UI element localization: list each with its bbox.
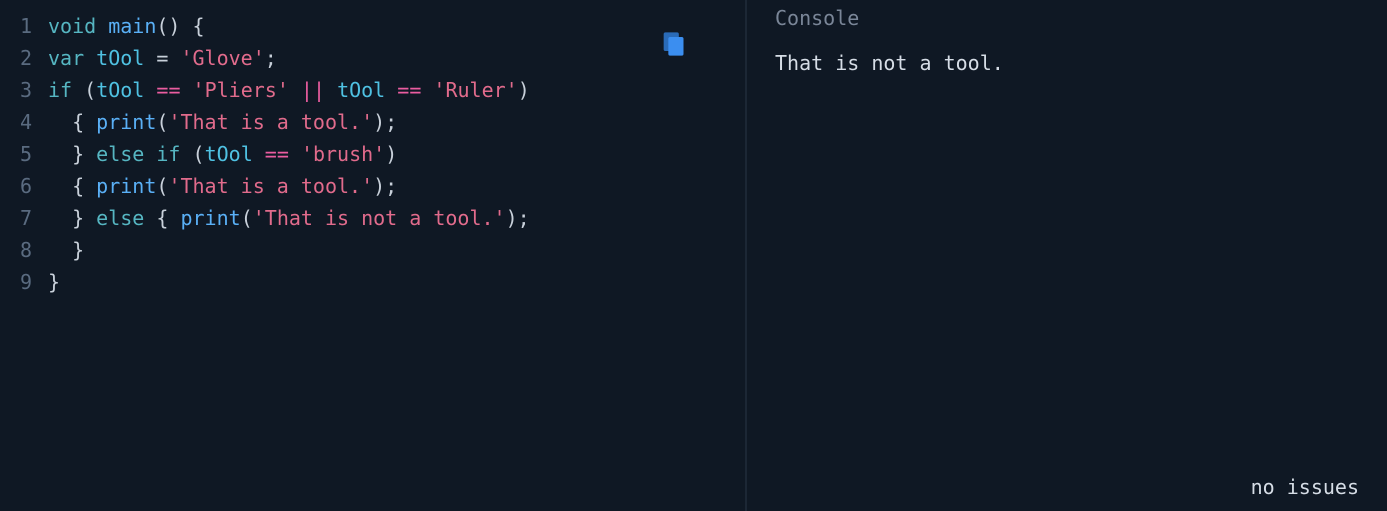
issues-status: no issues bbox=[1251, 475, 1359, 499]
copy-button[interactable] bbox=[659, 30, 687, 58]
code-area[interactable]: void main() {var tOol = 'Glove';if (tOol… bbox=[48, 10, 530, 298]
code-line[interactable]: { print('That is a tool.'); bbox=[48, 106, 530, 138]
line-number-gutter: 123456789 bbox=[0, 10, 42, 298]
code-line[interactable]: { print('That is a tool.'); bbox=[48, 170, 530, 202]
code-line[interactable]: var tOol = 'Glove'; bbox=[48, 42, 530, 74]
copy-icon bbox=[659, 30, 687, 58]
line-number: 2 bbox=[0, 42, 42, 74]
line-number: 9 bbox=[0, 266, 42, 298]
console-title: Console bbox=[775, 6, 1365, 30]
code-line[interactable]: if (tOol == 'Pliers' || tOol == 'Ruler') bbox=[48, 74, 530, 106]
line-number: 8 bbox=[0, 234, 42, 266]
editor-pane[interactable]: 123456789 void main() {var tOol = 'Glove… bbox=[0, 0, 745, 511]
line-number: 7 bbox=[0, 202, 42, 234]
console-pane: Console That is not a tool. no issues bbox=[747, 0, 1387, 511]
code-line[interactable]: } else { print('That is not a tool.'); bbox=[48, 202, 530, 234]
line-number: 6 bbox=[0, 170, 42, 202]
console-output: That is not a tool. bbox=[775, 48, 1365, 78]
code-line[interactable]: void main() { bbox=[48, 10, 530, 42]
code-line[interactable]: } bbox=[48, 234, 530, 266]
code-line[interactable]: } bbox=[48, 266, 530, 298]
code-line[interactable]: } else if (tOol == 'brush') bbox=[48, 138, 530, 170]
line-number: 1 bbox=[0, 10, 42, 42]
line-number: 4 bbox=[0, 106, 42, 138]
line-number: 5 bbox=[0, 138, 42, 170]
line-number: 3 bbox=[0, 74, 42, 106]
